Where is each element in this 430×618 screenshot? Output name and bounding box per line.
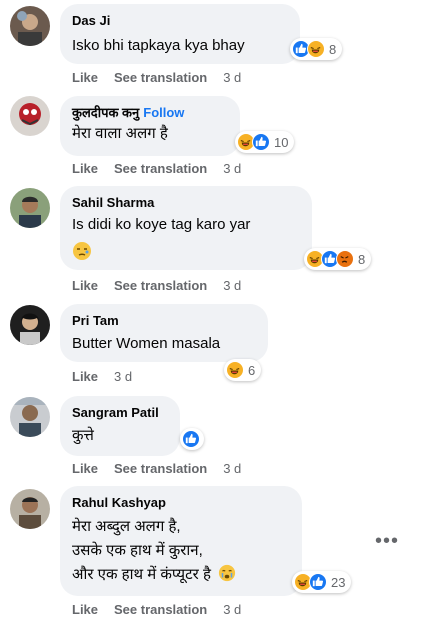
like-reaction-icon bbox=[252, 133, 270, 151]
reaction-count: 6 bbox=[248, 362, 256, 378]
see-translation-link[interactable]: See translation bbox=[114, 161, 207, 176]
commenter-name-text[interactable]: कुलदीपक कनु bbox=[72, 105, 139, 120]
follow-button[interactable]: Follow bbox=[143, 105, 184, 120]
see-translation-link[interactable]: See translation bbox=[114, 70, 207, 85]
comment-actions: Like See translation 3 d bbox=[72, 602, 241, 617]
comment-text-line-text: और एक हाथ में कंप्यूटर है bbox=[72, 566, 211, 583]
comment-timestamp[interactable]: 3 d bbox=[223, 161, 241, 176]
commenter-name[interactable]: Das Ji bbox=[72, 12, 288, 29]
reaction-count: 8 bbox=[358, 251, 366, 267]
like-button[interactable]: Like bbox=[72, 461, 98, 476]
avatar[interactable] bbox=[10, 96, 50, 136]
see-translation-link[interactable]: See translation bbox=[114, 602, 207, 617]
comment-text: Is didi ko koye tag karo yar bbox=[72, 216, 251, 233]
commenter-name[interactable]: Pri Tam bbox=[72, 312, 256, 329]
comment-timestamp[interactable]: 3 d bbox=[223, 602, 241, 617]
comment-actions: Like See translation 3 d bbox=[72, 461, 241, 476]
see-translation-link[interactable]: See translation bbox=[114, 278, 207, 293]
avatar[interactable] bbox=[10, 397, 50, 437]
comment-emoji bbox=[72, 237, 300, 267]
see-translation-link[interactable]: See translation bbox=[114, 461, 207, 476]
comment-text: Isko bhi tapkaya kya bhay bbox=[72, 37, 245, 54]
reaction-count: 10 bbox=[274, 134, 289, 150]
comment-text: Butter Women masala bbox=[72, 335, 221, 352]
comment-text-line: और एक हाथ में कंप्यूटर है bbox=[72, 563, 290, 587]
commenter-name: कुलदीपक कनु Follow bbox=[72, 104, 228, 121]
like-button[interactable]: Like bbox=[72, 70, 98, 85]
comment-actions: Like 3 d bbox=[72, 369, 132, 384]
comment-timestamp[interactable]: 3 d bbox=[223, 70, 241, 85]
avatar[interactable] bbox=[10, 6, 50, 46]
comment-actions: Like See translation 3 d bbox=[72, 278, 241, 293]
reaction-count: 8 bbox=[329, 41, 337, 57]
comment-bubble: Das Ji Isko bhi tapkaya kya bhay bbox=[60, 4, 300, 64]
reaction-summary[interactable]: 10 bbox=[235, 131, 295, 153]
comment-actions: Like See translation 3 d bbox=[72, 70, 241, 85]
avatar[interactable] bbox=[10, 489, 50, 529]
commenter-name[interactable]: Sangram Patil bbox=[72, 404, 168, 421]
comment-text: मेरा वाला अलग है bbox=[72, 125, 168, 142]
reaction-summary[interactable]: 23 bbox=[292, 571, 352, 593]
comment-bubble: कुलदीपक कनु Follow मेरा वाला अलग है bbox=[60, 96, 240, 156]
comment-bubble: Sahil Sharma Is didi ko koye tag karo ya… bbox=[60, 186, 312, 270]
reaction-summary[interactable]: 8 bbox=[304, 248, 372, 270]
comment-actions: Like See translation 3 d bbox=[72, 161, 241, 176]
commenter-name[interactable]: Sahil Sharma bbox=[72, 194, 300, 211]
like-button[interactable]: Like bbox=[72, 161, 98, 176]
comment-bubble: Rahul Kashyap मेरा अब्दुल अलग है, उसके ए… bbox=[60, 486, 302, 596]
avatar[interactable] bbox=[10, 305, 50, 345]
commenter-name[interactable]: Rahul Kashyap bbox=[72, 494, 290, 511]
crying-emoji-icon bbox=[219, 564, 236, 582]
comment-timestamp[interactable]: 3 d bbox=[114, 369, 132, 384]
more-options-button[interactable]: ••• bbox=[375, 530, 399, 553]
comment-text-line: उसके एक हाथ में कुरान, bbox=[72, 542, 203, 559]
like-button[interactable]: Like bbox=[72, 369, 98, 384]
reaction-count: 23 bbox=[331, 574, 346, 590]
comment-text-line: मेरा अब्दुल अलग है, bbox=[72, 518, 181, 535]
avatar[interactable] bbox=[10, 188, 50, 228]
comment-text: कुत्ते bbox=[72, 427, 94, 444]
comment-timestamp[interactable]: 3 d bbox=[223, 278, 241, 293]
like-reaction-icon bbox=[309, 573, 327, 591]
like-button[interactable]: Like bbox=[72, 278, 98, 293]
reaction-summary[interactable]: 6 bbox=[224, 359, 262, 381]
like-reaction-icon bbox=[182, 430, 200, 448]
comment-bubble: Sangram Patil कुत्ते bbox=[60, 396, 180, 456]
comment-bubble: Pri Tam Butter Women masala bbox=[60, 304, 268, 362]
reaction-summary[interactable] bbox=[180, 428, 204, 450]
comment-timestamp[interactable]: 3 d bbox=[223, 461, 241, 476]
angry-reaction-icon bbox=[336, 250, 354, 268]
haha-reaction-icon bbox=[307, 40, 325, 58]
like-button[interactable]: Like bbox=[72, 602, 98, 617]
reaction-summary[interactable]: 8 bbox=[290, 38, 343, 60]
haha-reaction-icon bbox=[226, 361, 244, 379]
